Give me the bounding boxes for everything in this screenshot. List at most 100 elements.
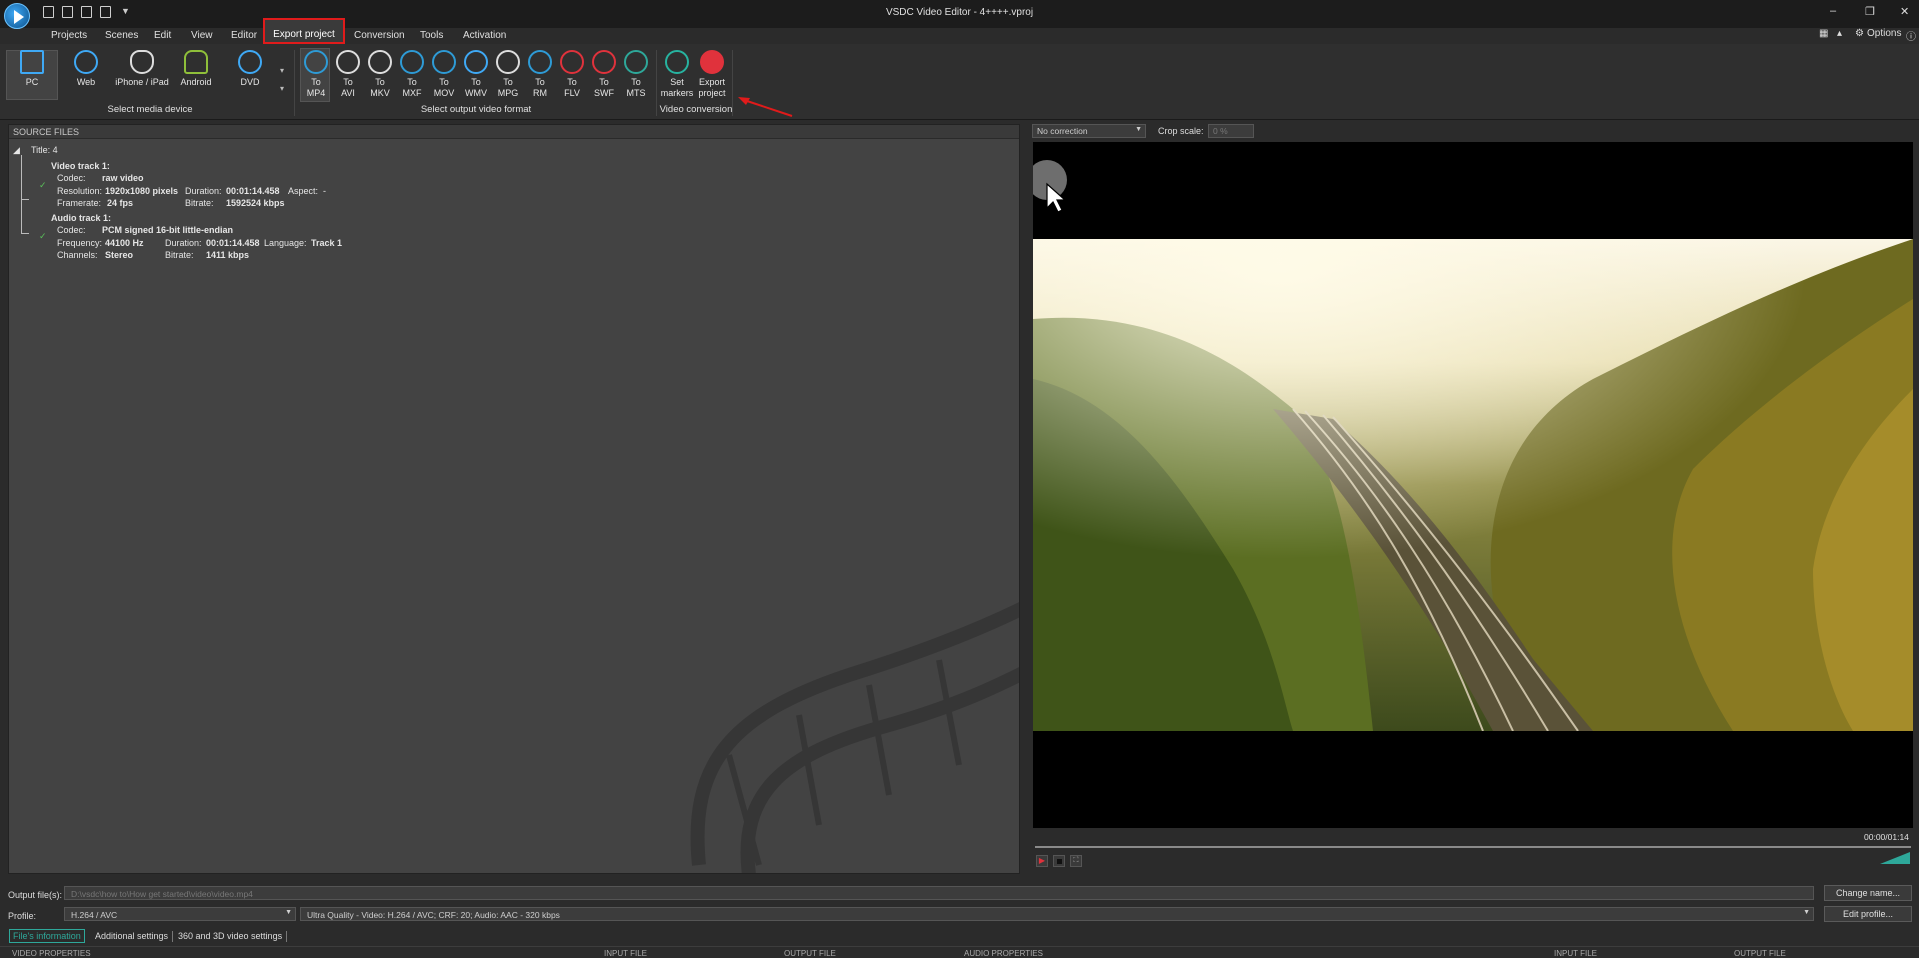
- tree-line: [21, 233, 29, 234]
- timeline-track[interactable]: [1035, 846, 1911, 848]
- profile-label: Profile:: [8, 911, 36, 921]
- to-mp4-button[interactable]: ToMP4: [302, 50, 330, 99]
- crop-scale-input[interactable]: 0 %: [1208, 124, 1254, 138]
- audio-duration-value: 00:01:14.458: [206, 238, 260, 248]
- format-label-name: MOV: [430, 88, 458, 99]
- format-label-to: To: [590, 77, 618, 88]
- column-input-file: INPUT FILE: [1554, 949, 1597, 958]
- format-label-to: To: [558, 77, 586, 88]
- aspect-label: Aspect:: [288, 186, 318, 196]
- flv-icon: [560, 50, 584, 74]
- profile-quality-value: Ultra Quality - Video: H.264 / AVC; CRF:…: [307, 910, 560, 920]
- device-scroll-down-icon[interactable]: ▾: [280, 84, 284, 93]
- tab-files-information[interactable]: File's information: [9, 929, 85, 943]
- column-audio-properties: AUDIO PROPERTIES: [964, 949, 1043, 958]
- film-strip-watermark: [669, 565, 1020, 874]
- edit-profile-button[interactable]: Edit profile...: [1824, 906, 1912, 922]
- tab-export-project[interactable]: Export project: [263, 18, 345, 44]
- video-duration-label: Duration:: [185, 186, 222, 196]
- device-scroll-up-icon[interactable]: ▾: [280, 66, 284, 75]
- channels-label: Channels:: [57, 250, 98, 260]
- tab-conversion[interactable]: Conversion: [354, 30, 405, 41]
- tab-editor[interactable]: Editor: [231, 30, 257, 41]
- tab-tools[interactable]: Tools: [420, 30, 443, 41]
- apple-icon: [130, 50, 154, 74]
- audio-track-check-icon[interactable]: ✓: [39, 231, 47, 242]
- device-group-label: Select media device: [30, 104, 270, 115]
- to-mkv-button[interactable]: ToMKV: [366, 50, 394, 99]
- markers-icon: [665, 50, 689, 74]
- audio-duration-label: Duration:: [165, 238, 202, 248]
- format-label-to: To: [462, 77, 490, 88]
- to-wmv-button[interactable]: ToWMV: [462, 50, 490, 99]
- wmv-icon: [464, 50, 488, 74]
- help-icon[interactable]: ⓘ: [1906, 28, 1916, 43]
- fullscreen-icon[interactable]: ⛶: [1070, 855, 1082, 867]
- options-label[interactable]: Options: [1867, 28, 1901, 39]
- device-android-button[interactable]: Android: [172, 50, 220, 88]
- preview-toolbar: No correction ▼ Crop scale: 0 %: [1032, 124, 1917, 142]
- minimize-icon[interactable]: –: [1830, 5, 1836, 17]
- set-markers-label-1: Set: [660, 77, 694, 88]
- format-label-name: RM: [526, 88, 554, 99]
- mts-icon: [624, 50, 648, 74]
- to-flv-button[interactable]: ToFLV: [558, 50, 586, 99]
- to-mts-button[interactable]: ToMTS: [622, 50, 650, 99]
- layout-icon[interactable]: ▦: [1819, 28, 1828, 39]
- language-value: Track 1: [311, 238, 342, 248]
- collapse-ribbon-icon[interactable]: ▴: [1837, 28, 1842, 39]
- to-mxf-button[interactable]: ToMXF: [398, 50, 426, 99]
- tab-edit[interactable]: Edit: [154, 30, 171, 41]
- video-frame-forest-railway: [1033, 239, 1913, 731]
- to-rm-button[interactable]: ToRM: [526, 50, 554, 99]
- play-icon[interactable]: ▶: [1036, 855, 1048, 867]
- mouse-cursor-icon: [1045, 182, 1069, 214]
- correction-dropdown[interactable]: No correction ▼: [1032, 124, 1146, 138]
- tab-activation[interactable]: Activation: [463, 30, 506, 41]
- video-bitrate-label: Bitrate:: [185, 198, 214, 208]
- format-label-name: MTS: [622, 88, 650, 99]
- audio-codec-value: PCM signed 16-bit little-endian: [102, 225, 233, 235]
- tab-360-3d-settings[interactable]: 360 and 3D video settings: [178, 931, 282, 941]
- options-gear-icon[interactable]: ⚙: [1855, 28, 1864, 39]
- device-pc-button[interactable]: PC: [8, 50, 56, 88]
- to-mpg-button[interactable]: ToMPG: [494, 50, 522, 99]
- correction-value: No correction: [1037, 126, 1088, 136]
- frequency-label: Frequency:: [57, 238, 102, 248]
- to-mov-button[interactable]: ToMOV: [430, 50, 458, 99]
- tree-collapse-icon[interactable]: ◢: [13, 145, 20, 156]
- title-node[interactable]: Title: 4: [31, 145, 58, 155]
- volume-icon[interactable]: [1880, 852, 1910, 864]
- device-iphone-button[interactable]: iPhone / iPad: [112, 50, 172, 88]
- video-track-check-icon[interactable]: ✓: [39, 180, 47, 191]
- video-codec-label: Codec:: [57, 173, 86, 183]
- tree-line: [21, 155, 22, 233]
- android-icon: [184, 50, 208, 74]
- frequency-value: 44100 Hz: [105, 238, 144, 248]
- device-android-label: Android: [172, 77, 220, 88]
- tab-additional-settings[interactable]: Additional settings: [95, 931, 168, 941]
- column-output-file: OUTPUT FILE: [1734, 949, 1786, 958]
- change-name-button[interactable]: Change name...: [1824, 885, 1912, 901]
- to-swf-button[interactable]: ToSWF: [590, 50, 618, 99]
- set-markers-button[interactable]: Set markers: [660, 50, 694, 99]
- tab-view[interactable]: View: [191, 30, 213, 41]
- mpg-icon: [496, 50, 520, 74]
- video-preview[interactable]: [1033, 142, 1913, 828]
- device-dvd-button[interactable]: DVD: [226, 50, 274, 88]
- format-label-name: FLV: [558, 88, 586, 99]
- close-icon[interactable]: ✕: [1900, 5, 1909, 18]
- stop-icon[interactable]: [1053, 855, 1065, 867]
- tab-projects[interactable]: Projects: [51, 30, 87, 41]
- tab-scenes[interactable]: Scenes: [105, 30, 138, 41]
- export-project-label-2: project: [694, 88, 730, 99]
- restore-icon[interactable]: ❐: [1865, 5, 1875, 18]
- output-path-field[interactable]: D:\vsdc\how to\How get started\video\vid…: [64, 886, 1814, 900]
- profile-codec-dropdown[interactable]: H.264 / AVC ▼: [64, 907, 296, 921]
- device-web-button[interactable]: Web: [62, 50, 110, 88]
- divider: [0, 946, 1919, 947]
- format-label-to: To: [302, 77, 330, 88]
- export-project-button[interactable]: Export project: [694, 50, 730, 99]
- profile-quality-dropdown[interactable]: Ultra Quality - Video: H.264 / AVC; CRF:…: [300, 907, 1814, 921]
- to-avi-button[interactable]: ToAVI: [334, 50, 362, 99]
